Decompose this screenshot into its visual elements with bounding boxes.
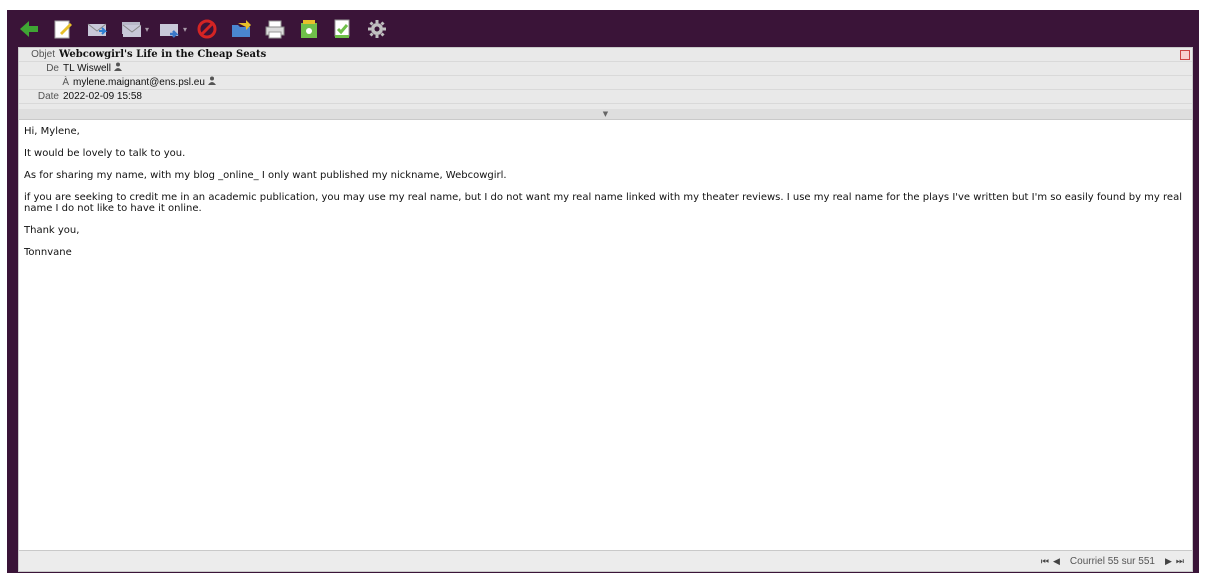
contact-icon[interactable] [207, 76, 216, 85]
message-headers: Objet Webcowgirl's Life in the Cheap Sea… [18, 47, 1193, 120]
body-line: As for sharing my name, with my blog _on… [24, 170, 507, 181]
back-icon[interactable] [17, 17, 41, 41]
mail-window: ▾ ▾ Objet Webcowgirl's Life in the Cheap… [7, 10, 1199, 573]
date-label: Date [37, 91, 59, 102]
body-line: It would be lovely to talk to you. [24, 148, 186, 159]
to-value[interactable]: mylene.maignant@ens.psl.eu [73, 76, 205, 89]
from-row: De TL Wiswell [19, 62, 1192, 76]
subject-row: Objet Webcowgirl's Life in the Cheap Sea… [19, 48, 1192, 62]
message-body: Hi, Mylene, It would be lovely to talk t… [18, 120, 1193, 550]
mark-icon[interactable] [331, 17, 355, 41]
chevron-down-icon: ▼ [602, 110, 609, 118]
to-row: À mylene.maignant@ens.psl.eu [19, 76, 1192, 90]
settings-icon[interactable] [365, 17, 389, 41]
reply-icon[interactable] [85, 17, 109, 41]
move-icon[interactable] [229, 17, 253, 41]
body-line: if you are seeking to credit me in an ac… [24, 192, 1182, 214]
reply-all-icon[interactable] [119, 17, 143, 41]
message-counter: Courriel 55 sur 551 [1069, 555, 1155, 567]
collapse-headers-button[interactable]: ▼ [19, 109, 1192, 119]
forward-icon[interactable] [157, 17, 181, 41]
contact-icon[interactable] [113, 62, 122, 71]
close-icon[interactable] [1180, 50, 1190, 60]
date-value: 2022-02-09 15:58 [63, 91, 142, 102]
to-label: À [62, 77, 69, 88]
last-page-icon[interactable]: ⏭ [1176, 556, 1184, 567]
pagination-bar: ⏮ ◀ Courriel 55 sur 551 ▶ ⏭ [18, 550, 1193, 572]
body-line: Thank you, [24, 225, 80, 236]
first-page-icon[interactable]: ⏮ [1041, 556, 1049, 567]
body-line: Hi, Mylene, [24, 126, 80, 137]
prev-page-icon[interactable]: ◀ [1053, 556, 1060, 567]
from-value[interactable]: TL Wiswell [63, 62, 111, 75]
from-label: De [46, 63, 59, 74]
toolbar: ▾ ▾ [7, 10, 1199, 48]
body-line: Tonnvane [24, 247, 72, 258]
reply-all-dropdown-icon[interactable]: ▾ [145, 25, 151, 34]
archive-icon[interactable] [297, 17, 321, 41]
next-page-icon[interactable]: ▶ [1165, 556, 1172, 567]
delete-icon[interactable] [195, 17, 219, 41]
print-icon[interactable] [263, 17, 287, 41]
date-row: Date 2022-02-09 15:58 [19, 90, 1192, 104]
subject-value: Webcowgirl's Life in the Cheap Seats [59, 49, 267, 60]
forward-dropdown-icon[interactable]: ▾ [183, 25, 189, 34]
compose-icon[interactable] [51, 17, 75, 41]
subject-label: Objet [31, 49, 55, 60]
